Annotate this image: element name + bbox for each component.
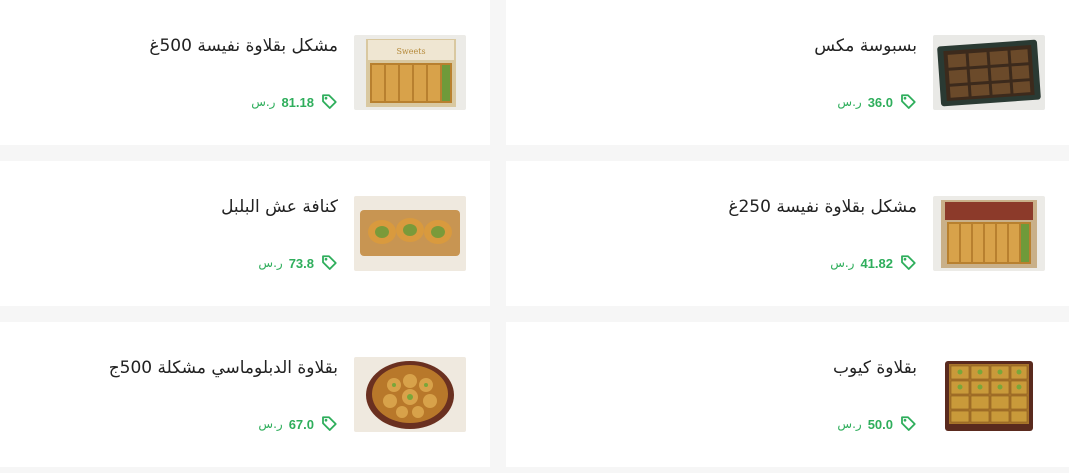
product-price: 50.0 ر.س bbox=[837, 415, 917, 433]
product-image[interactable] bbox=[933, 196, 1045, 271]
product-price: 36.0 ر.س bbox=[837, 93, 917, 111]
product-image[interactable] bbox=[354, 196, 466, 271]
product-image[interactable] bbox=[933, 357, 1045, 432]
price-value: 50.0 bbox=[867, 416, 893, 432]
price-tag-icon bbox=[322, 255, 337, 270]
product-price: 41.82 ر.س bbox=[830, 254, 917, 272]
price-tag-icon bbox=[901, 255, 916, 270]
product-card[interactable]: كنافة عش البلبل 73.8 ر.س bbox=[0, 161, 490, 306]
product-name[interactable]: مشكل بقلاوة نفيسة 500غ bbox=[149, 36, 338, 56]
product-card[interactable]: بقلاوة الدبلوماسي مشكلة 500ج 67.0 ر.س bbox=[0, 322, 490, 467]
product-card[interactable]: Sweets مشكل بقلاوة نفيسة 500غ 81.18 ر.س bbox=[0, 0, 490, 145]
product-price: 73.8 ر.س bbox=[258, 254, 338, 272]
price-value: 41.82 bbox=[860, 255, 893, 271]
product-name[interactable]: كنافة عش البلبل bbox=[221, 197, 338, 217]
price-value: 67.0 bbox=[288, 416, 314, 432]
product-price: 81.18 ر.س bbox=[251, 93, 338, 111]
svg-text:Sweets: Sweets bbox=[396, 47, 425, 56]
price-tag-icon bbox=[901, 94, 916, 109]
product-price: 67.0 ر.س bbox=[258, 415, 338, 433]
product-card[interactable]: مشكل بقلاوة نفيسة 250غ 41.82 ر.س bbox=[506, 161, 1069, 306]
product-name[interactable]: بسبوسة مكس bbox=[814, 36, 917, 56]
currency-label: ر.س bbox=[258, 417, 283, 431]
currency-label: ر.س bbox=[837, 417, 862, 431]
product-name[interactable]: مشكل بقلاوة نفيسة 250غ bbox=[728, 197, 917, 217]
currency-label: ر.س bbox=[830, 256, 855, 270]
price-tag-icon bbox=[322, 416, 337, 431]
product-image[interactable]: Sweets bbox=[354, 35, 466, 110]
price-value: 36.0 bbox=[867, 94, 893, 110]
product-name[interactable]: بقلاوة الدبلوماسي مشكلة 500ج bbox=[109, 358, 338, 378]
product-image[interactable] bbox=[933, 35, 1045, 110]
currency-label: ر.س bbox=[837, 95, 862, 109]
product-card[interactable]: بقلاوة كيوب 50.0 ر.س bbox=[506, 322, 1069, 467]
product-name[interactable]: بقلاوة كيوب bbox=[833, 358, 917, 378]
price-tag-icon bbox=[322, 94, 337, 109]
product-card[interactable]: بسبوسة مكس 36.0 ر.س bbox=[506, 0, 1069, 145]
price-value: 73.8 bbox=[288, 255, 314, 271]
price-tag-icon bbox=[901, 416, 916, 431]
currency-label: ر.س bbox=[251, 95, 276, 109]
price-value: 81.18 bbox=[281, 94, 314, 110]
product-image[interactable] bbox=[354, 357, 466, 432]
currency-label: ر.س bbox=[258, 256, 283, 270]
